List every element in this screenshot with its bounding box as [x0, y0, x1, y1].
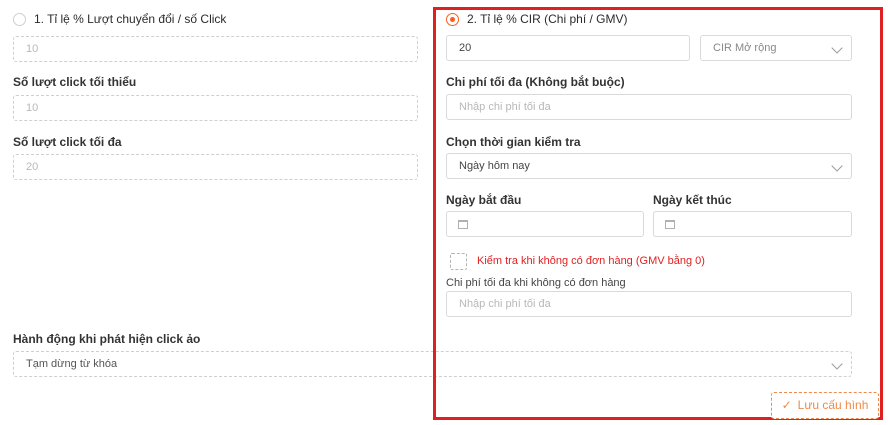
action-selected-value: Tạm dừng từ khóa [26, 358, 118, 370]
min-clicks-input[interactable]: 10 [13, 95, 418, 121]
calendar-icon [458, 220, 468, 229]
max-cost-no-order-input[interactable]: Nhập chi phí tối đa [446, 291, 852, 317]
cir-mode-select[interactable]: CIR Mở rộng [700, 35, 852, 61]
option2-value-input[interactable]: 20 [446, 35, 690, 61]
check-icon: ✓ [781, 398, 792, 412]
max-cost-no-order-label: Chi phí tối đa khi không có đơn hàng [446, 277, 626, 289]
max-clicks-label: Số lượt click tối đa [13, 135, 122, 149]
save-config-label: Lưu cấu hình [797, 398, 869, 412]
option1-label: 1. Tỉ lệ % Lượt chuyển đổi / số Click [34, 12, 227, 26]
save-config-button[interactable]: ✓ Lưu cấu hình [771, 392, 879, 419]
option1-value-input[interactable]: 10 [13, 36, 418, 62]
calendar-icon [665, 220, 675, 229]
no-order-check-label: Kiểm tra khi không có đơn hàng (GMV bằng… [477, 255, 705, 267]
start-date-picker[interactable] [446, 211, 644, 237]
max-cost-input[interactable]: Nhập chi phí tối đa [446, 94, 852, 120]
option2-label: 2. Tỉ lệ % CIR (Chi phí / GMV) [467, 12, 628, 26]
option2-radio[interactable] [446, 13, 459, 26]
start-date-label: Ngày bắt đầu [446, 193, 522, 207]
check-time-selected-value: Ngày hôm nay [459, 160, 530, 172]
cir-mode-selected-value: CIR Mở rộng [713, 42, 777, 54]
chevron-down-icon [831, 42, 843, 54]
action-label: Hành động khi phát hiện click ảo [13, 332, 201, 346]
end-date-picker[interactable] [653, 211, 852, 237]
check-time-select[interactable]: Ngày hôm nay [446, 153, 852, 179]
min-clicks-label: Số lượt click tối thiểu [13, 75, 137, 89]
end-date-label: Ngày kết thúc [653, 193, 732, 207]
check-time-label: Chọn thời gian kiểm tra [446, 135, 581, 149]
no-order-checkbox[interactable] [450, 253, 467, 270]
chevron-down-icon [831, 160, 843, 172]
option1-radio[interactable] [13, 13, 26, 26]
max-clicks-input[interactable]: 20 [13, 154, 418, 180]
max-cost-label: Chi phí tối đa (Không bắt buộc) [446, 75, 625, 89]
